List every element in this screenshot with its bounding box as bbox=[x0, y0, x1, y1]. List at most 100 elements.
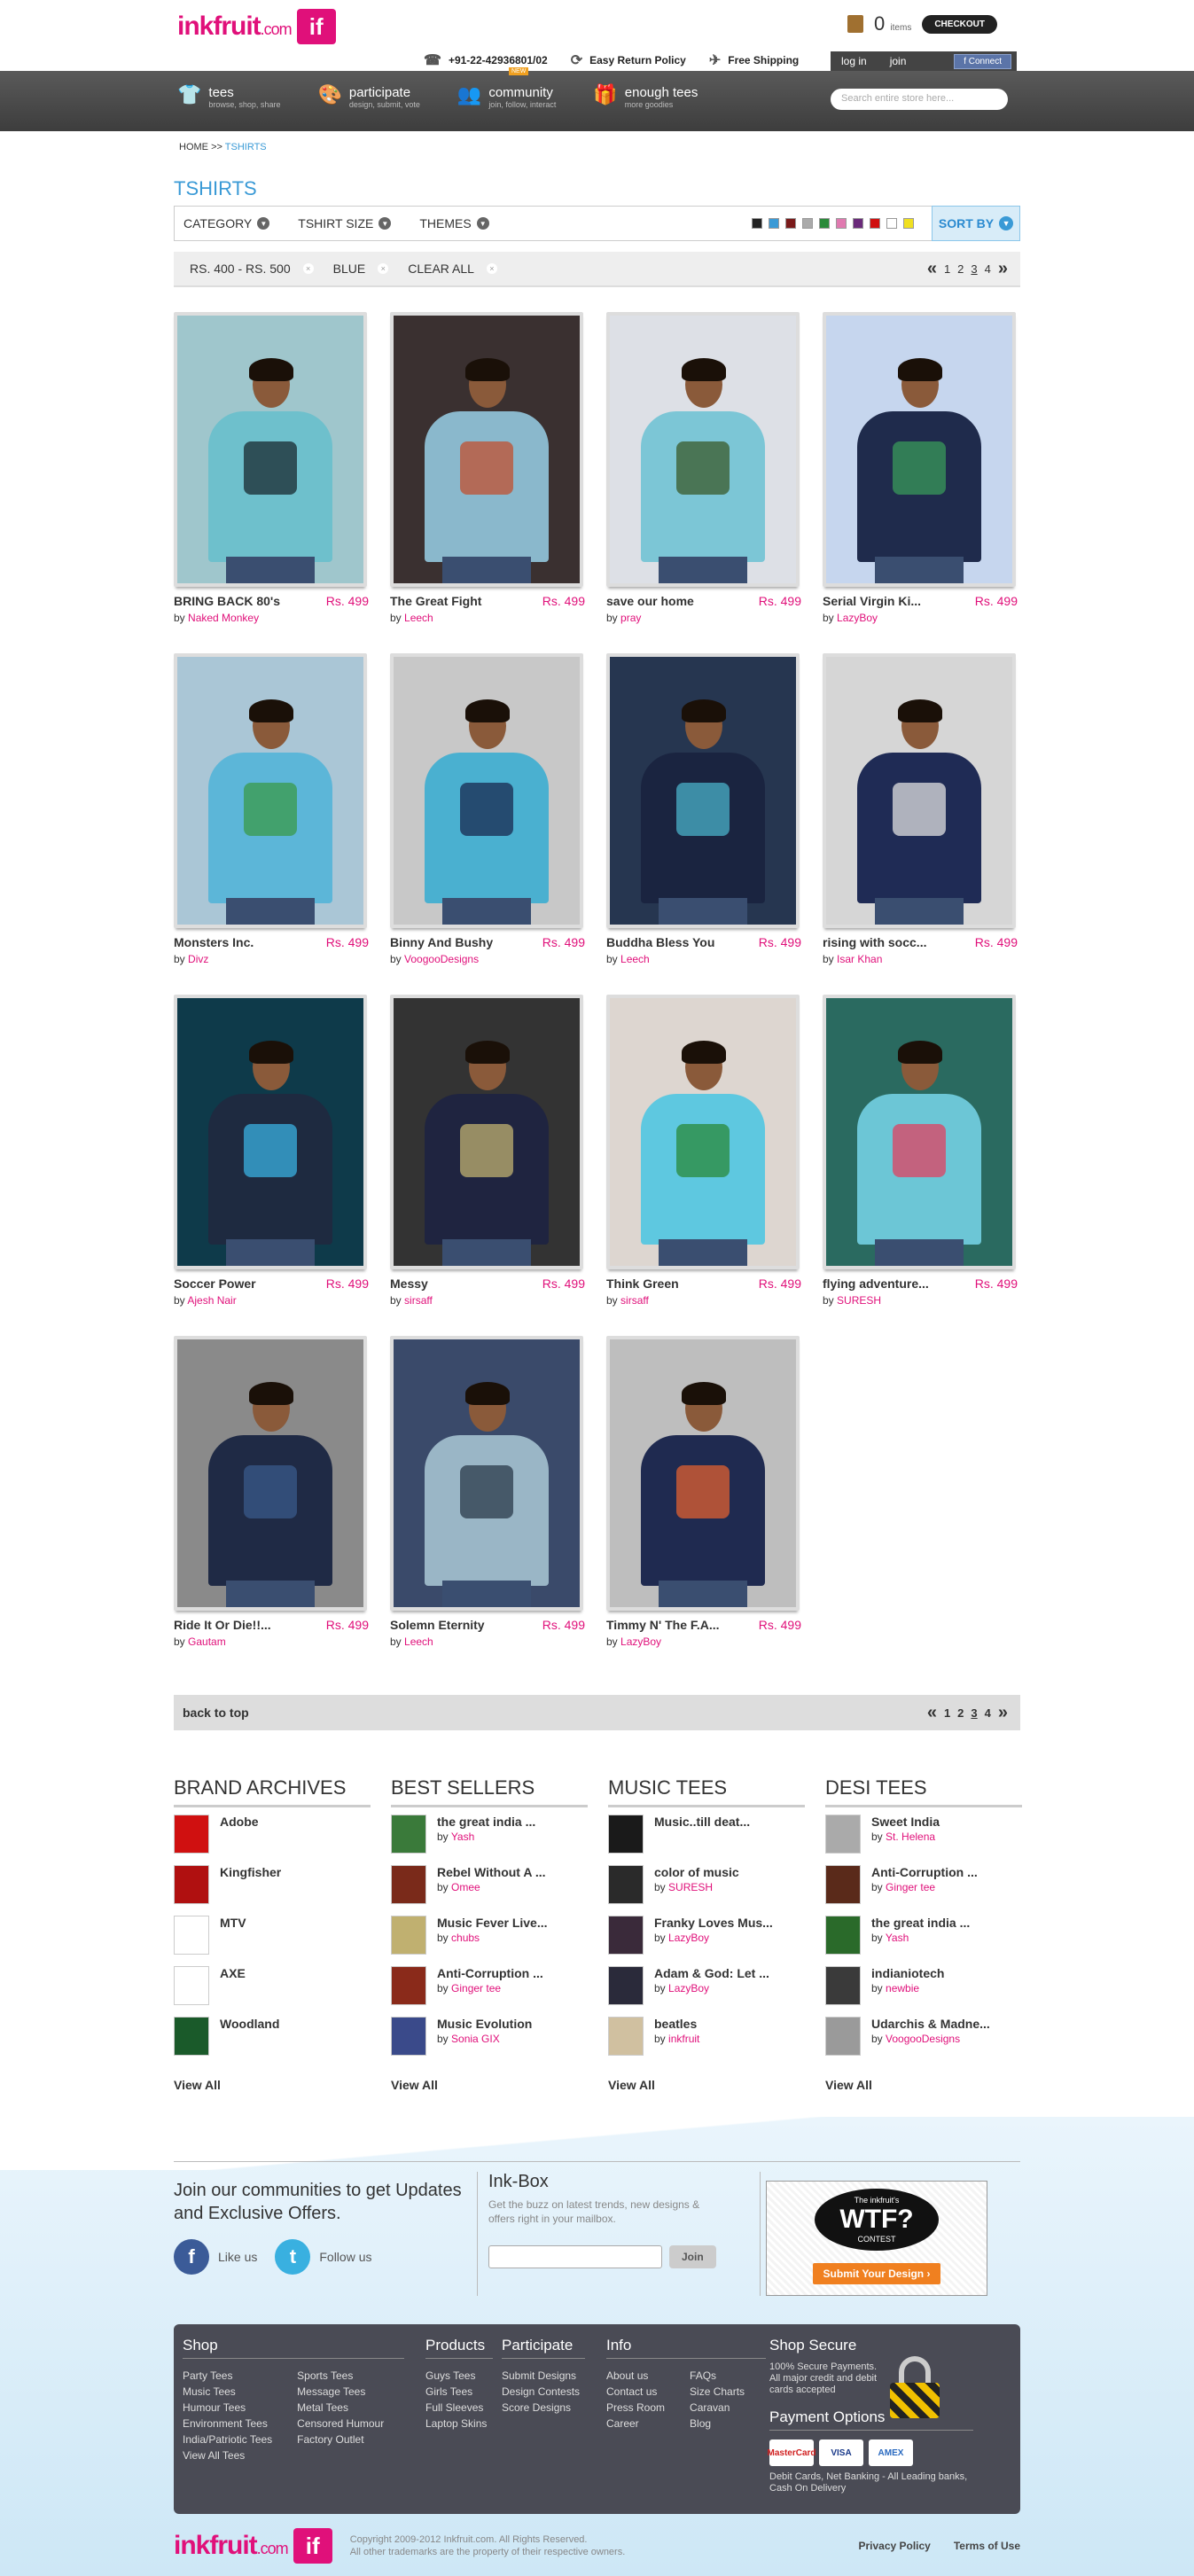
login-link[interactable]: log in bbox=[841, 55, 867, 67]
sort-by-button[interactable]: SORT BY ▼ bbox=[932, 206, 1020, 241]
privacy-policy-link[interactable]: Privacy Policy bbox=[858, 2540, 930, 2552]
artist-link[interactable]: Gautam bbox=[188, 1635, 226, 1648]
list-thumbnail[interactable] bbox=[174, 1815, 209, 1854]
color-swatch[interactable] bbox=[785, 218, 796, 229]
product-image[interactable] bbox=[823, 312, 1016, 587]
list-item[interactable]: Music..till deat... bbox=[608, 1815, 805, 1865]
product-image[interactable] bbox=[390, 995, 583, 1269]
page-number[interactable]: 3 bbox=[971, 262, 977, 276]
checkout-button[interactable]: CHECKOUT bbox=[922, 14, 997, 34]
view-all-link[interactable]: View All bbox=[391, 2078, 588, 2092]
list-thumbnail[interactable] bbox=[608, 1916, 644, 1955]
footer-logo[interactable]: inkfruit.com if bbox=[174, 2528, 332, 2564]
facebook-connect-button[interactable]: f Connect bbox=[954, 53, 1011, 69]
submit-design-button[interactable]: Submit Your Design › bbox=[812, 2263, 941, 2284]
footer-link[interactable]: Sports Tees bbox=[297, 2368, 384, 2384]
double-chevron-left-icon[interactable]: « bbox=[927, 259, 937, 279]
list-item[interactable]: Franky Loves Mus... by LazyBoy bbox=[608, 1916, 805, 1966]
artist-link[interactable]: Leech bbox=[620, 953, 650, 965]
terms-of-use-link[interactable]: Terms of Use bbox=[954, 2540, 1020, 2552]
nav-item-community[interactable]: 👥 community join, follow, interact bbox=[457, 85, 556, 110]
artist-link[interactable]: SURESH bbox=[837, 1294, 881, 1307]
page-number[interactable]: 4 bbox=[985, 1706, 991, 1720]
artist-link[interactable]: Yash bbox=[451, 1831, 474, 1843]
facebook-like[interactable]: f Like us bbox=[174, 2239, 257, 2275]
product-image[interactable] bbox=[390, 312, 583, 587]
view-all-link[interactable]: View All bbox=[174, 2078, 371, 2092]
breadcrumb-home[interactable]: HOME bbox=[179, 142, 208, 152]
product-name[interactable]: Serial Virgin Ki... bbox=[823, 594, 921, 608]
list-title[interactable]: color of music bbox=[654, 1865, 739, 1879]
newsletter-email-input[interactable] bbox=[488, 2245, 662, 2268]
product-image[interactable] bbox=[174, 312, 367, 587]
artist-link[interactable]: Yash bbox=[886, 1932, 909, 1944]
list-title[interactable]: Udarchis & Madne... bbox=[871, 2017, 990, 2031]
footer-link[interactable]: Environment Tees bbox=[183, 2416, 272, 2432]
list-title[interactable]: Woodland bbox=[220, 2017, 279, 2031]
nav-item-enough-tees[interactable]: 🎁 enough tees more goodies bbox=[593, 85, 698, 110]
product-image[interactable] bbox=[390, 653, 583, 928]
footer-link[interactable]: Laptop Skins bbox=[425, 2416, 493, 2432]
artist-link[interactable]: Omee bbox=[451, 1881, 480, 1893]
footer-link[interactable]: Size Charts bbox=[690, 2384, 745, 2400]
product-name[interactable]: Binny And Bushy bbox=[390, 935, 493, 949]
color-swatch[interactable] bbox=[886, 218, 897, 229]
artist-link[interactable]: SURESH bbox=[668, 1881, 713, 1893]
list-item[interactable]: color of music by SURESH bbox=[608, 1865, 805, 1916]
list-thumbnail[interactable] bbox=[174, 1966, 209, 2005]
list-title[interactable]: Music..till deat... bbox=[654, 1815, 750, 1829]
color-swatch[interactable] bbox=[769, 218, 779, 229]
product-image[interactable] bbox=[823, 653, 1016, 928]
list-title[interactable]: Rebel Without A ... bbox=[437, 1865, 546, 1879]
list-item[interactable]: Udarchis & Madne... by VoogooDesigns bbox=[825, 2017, 1022, 2067]
footer-link[interactable]: Design Contests bbox=[502, 2384, 585, 2400]
nav-item-participate[interactable]: 🎨 participate design, submit, vote bbox=[317, 85, 419, 110]
list-item[interactable]: Anti-Corruption ... by Ginger tee bbox=[391, 1966, 588, 2017]
nav-item-tees[interactable]: 👕 tees browse, shop, share bbox=[177, 85, 280, 110]
product-name[interactable]: Solemn Eternity bbox=[390, 1618, 485, 1632]
list-thumbnail[interactable] bbox=[825, 1815, 861, 1854]
list-title[interactable]: the great india ... bbox=[871, 1916, 970, 1930]
list-item[interactable]: AXE bbox=[174, 1966, 371, 2017]
list-item[interactable]: Rebel Without A ... by Omee bbox=[391, 1865, 588, 1916]
list-title[interactable]: MTV bbox=[220, 1916, 246, 1930]
list-thumbnail[interactable] bbox=[174, 1916, 209, 1955]
artist-link[interactable]: Leech bbox=[404, 612, 433, 624]
list-thumbnail[interactable] bbox=[608, 2017, 644, 2056]
footer-link[interactable]: India/Patriotic Tees bbox=[183, 2432, 272, 2447]
list-title[interactable]: Music Fever Live... bbox=[437, 1916, 548, 1930]
product-image[interactable] bbox=[606, 1336, 800, 1611]
list-title[interactable]: Franky Loves Mus... bbox=[654, 1916, 773, 1930]
close-icon[interactable]: × bbox=[486, 263, 497, 274]
list-title[interactable]: Anti-Corruption ... bbox=[871, 1865, 978, 1879]
footer-link[interactable]: Humour Tees bbox=[183, 2400, 272, 2416]
list-item[interactable]: Kingfisher bbox=[174, 1865, 371, 1916]
footer-link[interactable]: Girls Tees bbox=[425, 2384, 493, 2400]
list-item[interactable]: beatles by inkfruit bbox=[608, 2017, 805, 2067]
double-chevron-left-icon[interactable]: « bbox=[927, 1703, 937, 1723]
join-link[interactable]: join bbox=[890, 55, 907, 67]
list-item[interactable]: Woodland bbox=[174, 2017, 371, 2067]
product-name[interactable]: Timmy N' The F.A... bbox=[606, 1618, 720, 1632]
product-name[interactable]: Messy bbox=[390, 1276, 428, 1291]
list-thumbnail[interactable] bbox=[391, 2017, 426, 2056]
shipping-info[interactable]: ✈ Free Shipping bbox=[709, 51, 799, 69]
color-swatch[interactable] bbox=[853, 218, 863, 229]
artist-link[interactable]: Leech bbox=[404, 1635, 433, 1648]
product-image[interactable] bbox=[606, 653, 800, 928]
footer-link[interactable]: Factory Outlet bbox=[297, 2432, 384, 2447]
size-filter[interactable]: TSHIRT SIZE ▼ bbox=[298, 216, 392, 230]
filter-chip[interactable]: BLUE × bbox=[333, 262, 389, 276]
color-swatch[interactable] bbox=[903, 218, 914, 229]
list-title[interactable]: Sweet India bbox=[871, 1815, 940, 1829]
product-name[interactable]: The Great Fight bbox=[390, 594, 481, 608]
page-number[interactable]: 2 bbox=[957, 262, 964, 276]
footer-link[interactable]: Party Tees bbox=[183, 2368, 272, 2384]
artist-link[interactable]: Naked Monkey bbox=[188, 612, 259, 624]
list-thumbnail[interactable] bbox=[391, 1865, 426, 1904]
artist-link[interactable]: chubs bbox=[451, 1932, 480, 1944]
filter-chip[interactable]: CLEAR ALL × bbox=[408, 262, 497, 276]
wtf-contest-banner[interactable]: The inkfruit's WTF? CONTEST Submit Your … bbox=[766, 2181, 987, 2296]
footer-link[interactable]: Contact us bbox=[606, 2384, 665, 2400]
logo[interactable]: inkfruit.com if bbox=[177, 9, 336, 44]
